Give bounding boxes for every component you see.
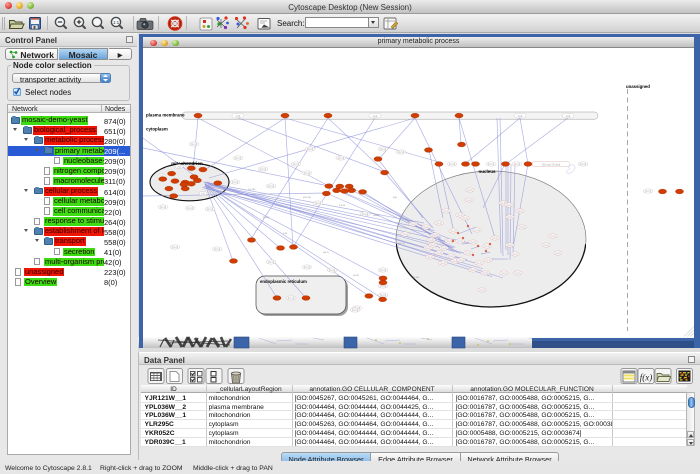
svg-text:(Gx:d): (Gx:d) [207, 209, 214, 211]
svg-text:(G:d): (G:d) [446, 241, 451, 243]
svg-text:(Gx:d): (Gx:d) [235, 158, 242, 160]
svg-text:0.3.44: 0.3.44 [339, 205, 346, 207]
svg-text:(G:d): (G:d) [436, 253, 441, 255]
svg-text:(G:d): (G:d) [519, 227, 524, 229]
svg-text:plasma membrane: plasma membrane [146, 112, 185, 117]
svg-text:(Gx:d): (Gx:d) [380, 270, 387, 272]
svg-text:(Gx:d): (Gx:d) [315, 203, 322, 205]
svg-text:(Gx:d): (Gx:d) [172, 247, 179, 249]
svg-text:(G:d): (G:d) [470, 270, 475, 272]
svg-text:(xd): (xd) [177, 166, 181, 168]
svg-text:(G:d): (G:d) [428, 240, 433, 242]
svg-text:[GO:44]: [GO:44] [303, 197, 311, 199]
svg-text:(G:d): (G:d) [476, 263, 481, 265]
svg-text:(G:d): (G:d) [432, 235, 437, 237]
svg-text:cytoplasm: cytoplasm [146, 126, 168, 131]
svg-text:(G:d): (G:d) [402, 234, 407, 236]
svg-text:(G:d): (G:d) [550, 236, 555, 238]
svg-text:(G:d): (G:d) [436, 223, 441, 225]
svg-text:(G:d): (G:d) [410, 224, 415, 226]
svg-text:(Gx:d): (Gx:d) [268, 262, 275, 264]
svg-text:(G:d): (G:d) [543, 245, 548, 247]
svg-text:(G:d): (G:d) [515, 273, 520, 275]
svg-text:(G:d): (G:d) [501, 273, 506, 275]
svg-text:(Gx:d): (Gx:d) [232, 182, 239, 184]
svg-text:(G:d): (G:d) [470, 242, 475, 244]
svg-text:(Gx:d): (Gx:d) [380, 295, 387, 297]
svg-text:(Gx:d): (Gx:d) [329, 270, 336, 272]
svg-text:(x:d): (x:d) [373, 116, 378, 118]
svg-text:(G:d): (G:d) [466, 200, 471, 202]
svg-text:(G:d): (G:d) [465, 253, 470, 255]
svg-text:(Gx:d): (Gx:d) [191, 144, 198, 146]
svg-text:(G:d): (G:d) [479, 290, 484, 292]
svg-text:(x:d): (x:d) [566, 116, 571, 118]
svg-text:(G:d): (G:d) [430, 245, 435, 247]
svg-text:(0.44): (0.44) [353, 275, 359, 277]
svg-text:(G:d): (G:d) [441, 248, 446, 250]
svg-text:(G:d): (G:d) [440, 263, 445, 265]
svg-text:(xd): (xd) [201, 193, 205, 195]
svg-text:(G:d): (G:d) [425, 248, 430, 250]
svg-text:(Gx:d): (Gx:d) [645, 191, 652, 193]
svg-text:(GO:xxd, GO:dxd): (GO:xxd, GO:dxd) [542, 164, 561, 166]
svg-text:(Gx:d): (Gx:d) [214, 249, 221, 251]
svg-text:f(x): f(x) [640, 373, 653, 383]
svg-text:(G:d): (G:d) [458, 260, 463, 262]
svg-text:(Gx:d): (Gx:d) [304, 173, 311, 175]
svg-text:(Gx:d): (Gx:d) [268, 186, 275, 188]
svg-text:(Gx:d): (Gx:d) [160, 207, 167, 209]
svg-text:(0608): (0608) [373, 215, 380, 217]
svg-text:(Gx:d): (Gx:d) [380, 286, 387, 288]
svg-text:(x:d): (x:d) [236, 116, 241, 118]
svg-text:endoplasmic reticulum: endoplasmic reticulum [260, 279, 307, 284]
svg-text:[G:44]: [G:44] [413, 277, 419, 279]
svg-text:(Gx:d): (Gx:d) [514, 164, 521, 166]
svg-text:(Gx:d): (Gx:d) [380, 149, 387, 151]
svg-text:(G:d): (G:d) [506, 205, 511, 207]
svg-text:[GO:5]: [GO:5] [398, 243, 405, 245]
svg-text:nucleus: nucleus [478, 169, 496, 174]
svg-text:(G:d): (G:d) [450, 231, 455, 233]
svg-text:(G:d): (G:d) [517, 211, 522, 213]
svg-text:(44.1): (44.1) [323, 252, 329, 254]
svg-text:(G:d): (G:d) [448, 256, 453, 258]
svg-text:[44]: [44] [393, 197, 397, 199]
svg-text:(Gx:d): (Gx:d) [304, 267, 311, 269]
svg-text:(Gx:d): (Gx:d) [488, 164, 495, 166]
svg-text:[G:44]: [G:44] [263, 217, 269, 219]
svg-text:(Gx:d): (Gx:d) [580, 164, 587, 166]
svg-text:(G:d): (G:d) [507, 217, 512, 219]
svg-text:(Gx:d): (Gx:d) [307, 149, 314, 151]
svg-text:(G:d): (G:d) [452, 261, 457, 263]
svg-text:(Gx:d): (Gx:d) [338, 158, 345, 160]
svg-text:(G:d): (G:d) [507, 245, 512, 247]
svg-text:(G:d): (G:d) [482, 273, 487, 275]
svg-text:(G:d): (G:d) [443, 211, 448, 213]
svg-text:(G:d): (G:d) [485, 260, 490, 262]
svg-text:(Gx:d): (Gx:d) [293, 164, 300, 166]
svg-text:unassigned: unassigned [626, 84, 650, 89]
svg-text:(Gx:d): (Gx:d) [288, 298, 295, 300]
svg-text:(Gx:d): (Gx:d) [362, 214, 369, 216]
svg-text:(G:d): (G:d) [474, 230, 479, 232]
svg-text:(G:d): (G:d) [457, 241, 462, 243]
svg-text:(Gx:d): (Gx:d) [187, 208, 194, 210]
svg-text:0.4.196: 0.4.196 [248, 189, 256, 191]
svg-text:(x:d): (x:d) [518, 116, 523, 118]
svg-text:(G:d): (G:d) [555, 253, 560, 255]
svg-text:(G:d): (G:d) [427, 257, 432, 259]
svg-text:(Gx:d): (Gx:d) [398, 152, 405, 154]
svg-text:(Gx:d): (Gx:d) [260, 169, 267, 171]
svg-text:(G:d): (G:d) [462, 218, 467, 220]
svg-text:1:1: 1:1 [113, 20, 120, 25]
svg-text:(G:d): (G:d) [467, 190, 472, 192]
svg-text:(Gx:d): (Gx:d) [449, 164, 456, 166]
svg-text:(Gx:d): (Gx:d) [352, 310, 359, 312]
svg-text:(G:d): (G:d) [484, 246, 489, 248]
svg-text:(G:d): (G:d) [512, 254, 517, 256]
svg-text:(G:d): (G:d) [492, 238, 497, 240]
svg-text:(G:d): (G:d) [423, 227, 428, 229]
